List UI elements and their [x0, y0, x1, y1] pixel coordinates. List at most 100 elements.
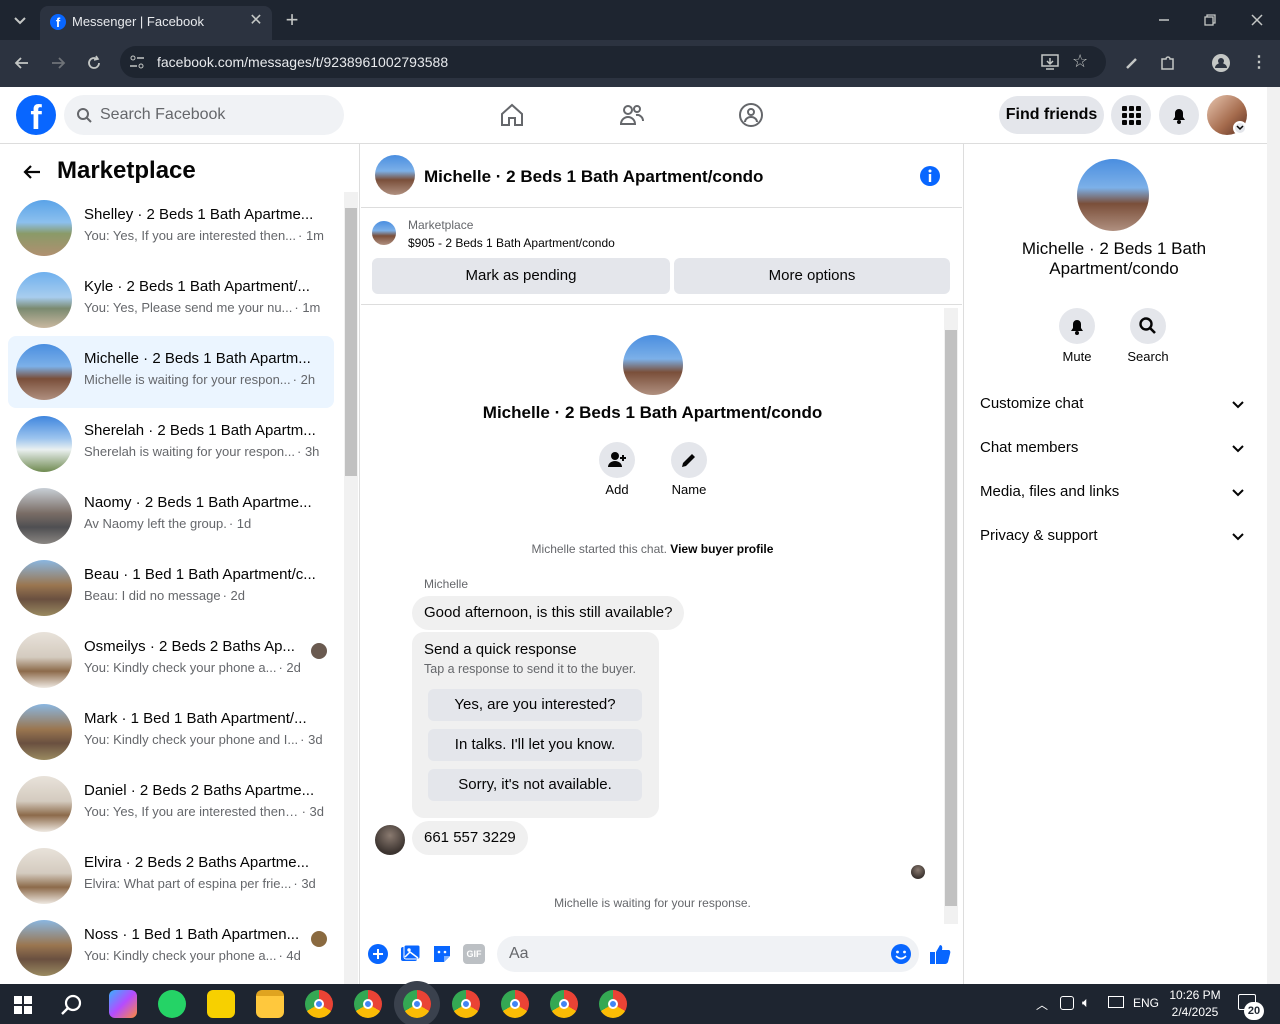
conversation-item[interactable]: Daniel · 2 Beds 2 Baths Apartme... You: Y…	[8, 768, 334, 840]
close-tab-icon[interactable]: ✕	[246, 11, 266, 31]
conversation-avatar	[16, 848, 72, 904]
url-field[interactable]: facebook.com/messages/t/9238961002793588…	[120, 46, 1106, 78]
conversation-item[interactable]: Shelley · 2 Beds 1 Bath Apartme... You: Y…	[8, 192, 334, 264]
site-info-icon[interactable]	[128, 53, 146, 71]
conversation-item[interactable]: Beau · 1 Bed 1 Bath Apartment/c... Beau: …	[8, 552, 334, 624]
account-avatar[interactable]	[1207, 95, 1247, 135]
info-section-row[interactable]: Customize chat	[980, 382, 1256, 426]
conversation-preview-text: Michelle is waiting for your respon...	[84, 372, 291, 387]
bookmark-star-icon[interactable]: ☆	[1072, 51, 1088, 72]
notifications-bell-icon[interactable]	[1159, 95, 1199, 135]
tray-chevron-up-icon[interactable]: ︿	[1036, 996, 1048, 1013]
edit-name-pencil-icon[interactable]	[671, 442, 707, 478]
chrome-taskbar-icon[interactable]	[354, 990, 382, 1018]
quick-response-option[interactable]: Yes, are you interested?	[428, 689, 642, 721]
profile-avatar[interactable]	[623, 335, 683, 395]
conversation-preview: You: Yes, If you are interested then... ·…	[84, 228, 324, 243]
chrome-taskbar-icon[interactable]	[403, 990, 431, 1018]
chrome-taskbar-icon[interactable]	[452, 990, 480, 1018]
info-section-row[interactable]: Privacy & support	[980, 514, 1256, 558]
windows-start-icon[interactable]	[14, 996, 32, 1014]
browser-tab[interactable]: f Messenger | Facebook ✕	[40, 6, 272, 40]
conversation-item[interactable]: Kyle · 2 Beds 1 Bath Apartment/... You: Y…	[8, 264, 334, 336]
scrollbar-thumb[interactable]	[345, 208, 357, 476]
mute-bell-icon[interactable]	[1059, 308, 1095, 344]
find-friends-button[interactable]: Find friends	[999, 96, 1104, 134]
menu-grid-icon[interactable]	[1111, 95, 1151, 135]
meet-now-icon[interactable]	[1060, 996, 1074, 1010]
conversation-item[interactable]: Noss · 1 Bed 1 Bath Apartmen... You: Kind…	[8, 912, 334, 984]
volume-icon[interactable]: 🔈︎	[1082, 994, 1090, 1011]
message-bubble[interactable]: 661 557 3229	[412, 821, 528, 855]
chrome-taskbar-icon[interactable]	[599, 990, 627, 1018]
chat-scrollbar-thumb[interactable]	[945, 330, 957, 906]
conversation-item[interactable]: Elvira · 2 Beds 2 Baths Apartme... Elvira…	[8, 840, 334, 912]
list-scrollbar[interactable]	[344, 192, 358, 984]
sender-avatar[interactable]	[375, 825, 405, 855]
chrome-taskbar-icon[interactable]	[550, 990, 578, 1018]
mark-pending-button[interactable]: Mark as pending	[372, 258, 670, 294]
search-chat-icon[interactable]	[1130, 308, 1166, 344]
conversation-time: · 3d	[300, 732, 323, 747]
language-indicator[interactable]: ENG	[1133, 996, 1159, 1010]
page-scrollbar[interactable]	[1267, 87, 1280, 984]
thumbs-up-icon[interactable]	[928, 942, 952, 966]
add-person-icon[interactable]	[599, 442, 635, 478]
groups-icon[interactable]	[737, 101, 765, 129]
info-avatar[interactable]	[1077, 159, 1149, 231]
info-icon[interactable]	[919, 165, 941, 187]
tab-search-icon[interactable]	[6, 6, 34, 34]
facebook-logo[interactable]: f	[16, 95, 56, 137]
info-section-row[interactable]: Media, files and links	[980, 470, 1256, 514]
gif-icon[interactable]: GIF	[463, 944, 485, 964]
conversation-preview-text: Elvira: What part of espina per frie...	[84, 876, 292, 891]
conversation-item[interactable]: Mark · 1 Bed 1 Bath Apartment/... You: Ki…	[8, 696, 334, 768]
back-icon[interactable]	[8, 49, 36, 77]
profile-icon[interactable]	[1207, 49, 1235, 77]
quick-response-option[interactable]: Sorry, it's not available.	[428, 769, 642, 801]
listing-title[interactable]: $905 - 2 Beds 1 Bath Apartment/condo	[408, 236, 615, 250]
chrome-taskbar-icon[interactable]	[305, 990, 333, 1018]
sticky-notes-icon[interactable]	[207, 990, 235, 1018]
photo-icon[interactable]	[399, 943, 421, 965]
home-icon[interactable]	[498, 101, 526, 129]
conversation-item[interactable]: Osmeilys · 2 Beds 2 Baths Ap... You: Kind…	[8, 624, 334, 696]
view-buyer-profile-link[interactable]: View buyer profile	[670, 542, 773, 556]
new-tab-icon[interactable]: +	[278, 6, 306, 34]
back-arrow-icon[interactable]	[20, 160, 44, 184]
whatsapp-icon[interactable]	[158, 990, 186, 1018]
extensions-icon[interactable]	[1154, 49, 1182, 77]
listing-thumbnail[interactable]	[372, 221, 396, 245]
sticker-icon[interactable]	[431, 943, 453, 965]
chat-avatar[interactable]	[375, 155, 415, 195]
conversation-item[interactable]: Sherelah · 2 Beds 1 Bath Apartm... Sherel…	[8, 408, 334, 480]
search-input[interactable]: Search Facebook	[64, 95, 344, 135]
chrome-taskbar-icon[interactable]	[501, 990, 529, 1018]
minimize-icon[interactable]	[1150, 6, 1178, 34]
copilot-icon[interactable]	[109, 990, 137, 1018]
message-input[interactable]: Aa	[497, 936, 919, 972]
reload-icon[interactable]	[80, 49, 108, 77]
network-icon[interactable]	[1108, 996, 1124, 1008]
message-bubble[interactable]: Good afternoon, is this still available?	[412, 596, 685, 630]
chat-scrollbar[interactable]	[944, 308, 958, 924]
taskbar-search-icon[interactable]	[60, 993, 84, 1017]
restore-icon[interactable]	[1196, 6, 1224, 34]
forward-icon[interactable]	[44, 49, 72, 77]
install-app-icon[interactable]	[1040, 52, 1060, 72]
info-section-row[interactable]: Chat members	[980, 426, 1256, 470]
plus-circle-icon[interactable]	[367, 943, 389, 965]
conversation-item[interactable]: Naomy · 2 Beds 1 Bath Apartme... Av Naomy…	[8, 480, 334, 552]
emoji-icon[interactable]	[890, 943, 912, 965]
close-window-icon[interactable]	[1243, 6, 1271, 34]
panel-title: Marketplace	[57, 157, 196, 184]
friends-icon[interactable]	[618, 101, 646, 129]
chat-title[interactable]: Michelle · 2 Beds 1 Bath Apartment/condo	[424, 167, 763, 187]
quick-response-option[interactable]: In talks. I'll let you know.	[428, 729, 642, 761]
clock[interactable]: 10:26 PM 2/4/2025	[1162, 987, 1228, 1021]
file-explorer-icon[interactable]	[256, 990, 284, 1018]
chrome-menu-icon[interactable]: ⋮	[1245, 49, 1273, 77]
conversation-item[interactable]: Michelle · 2 Beds 1 Bath Apartm... Michel…	[8, 336, 334, 408]
edit-pen-icon[interactable]	[1118, 49, 1146, 77]
more-options-button[interactable]: More options	[674, 258, 950, 294]
